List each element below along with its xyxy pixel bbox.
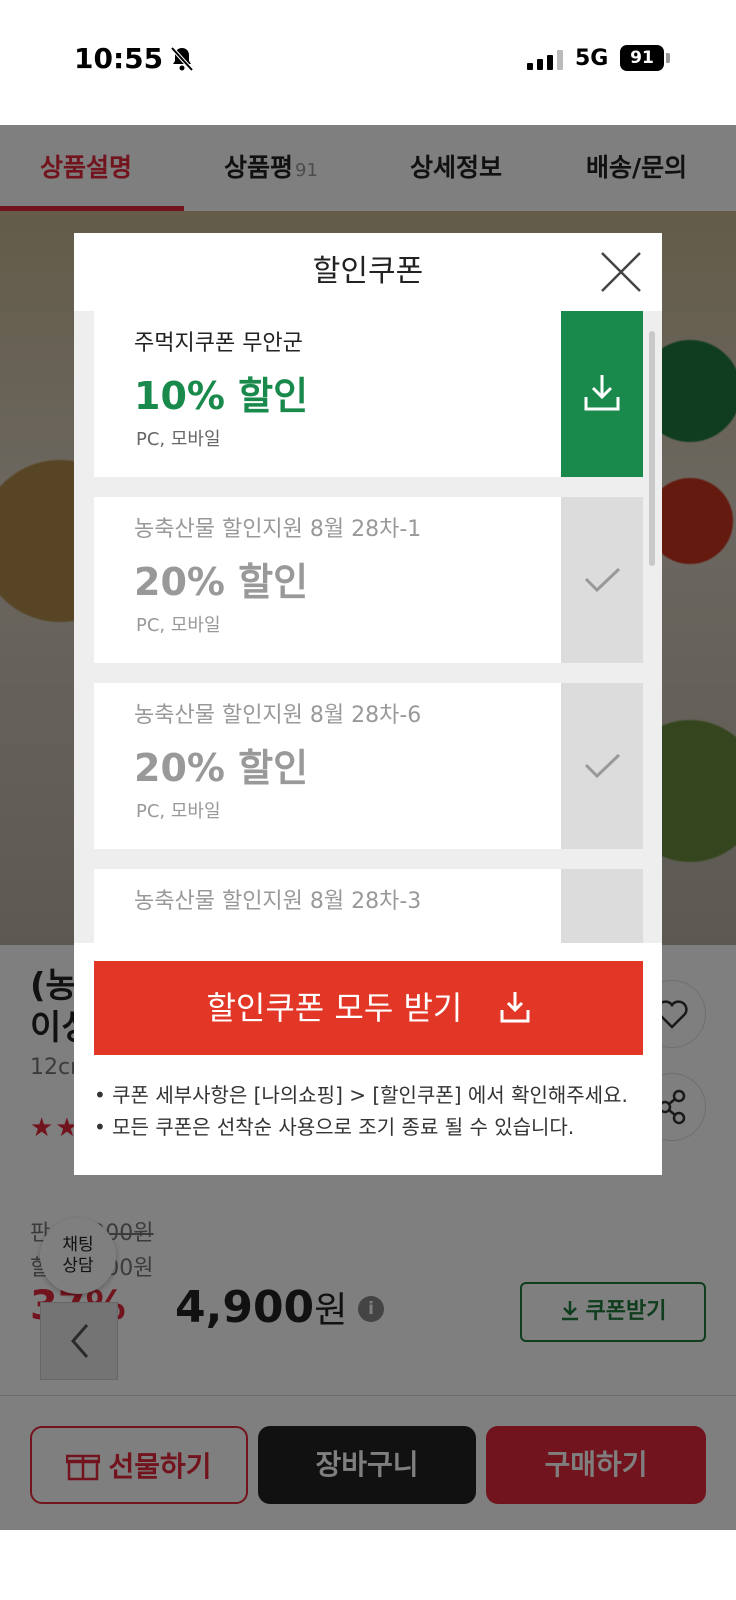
download-icon xyxy=(500,992,530,1023)
status-bar: 10:55 5G 91 xyxy=(0,0,736,125)
battery-icon: 91 xyxy=(620,45,664,71)
bell-muted-icon xyxy=(170,46,194,72)
battery-tip xyxy=(666,53,670,63)
coupon-download-button[interactable] xyxy=(561,311,643,477)
check-icon xyxy=(584,567,621,593)
note-line: 모든 쿠폰은 선착순 사용으로 조기 종료 될 수 있습니다. xyxy=(94,1111,654,1143)
coupon-received-indicator xyxy=(561,683,643,849)
modal-title: 할인쿠폰 xyxy=(312,254,424,289)
coupon-list[interactable]: 주먹지쿠폰 무안군 10% 할인 PC, 모바일 농축산물 할인지원 8월 28… xyxy=(74,311,662,943)
scrollbar[interactable] xyxy=(649,331,655,566)
coupon-item: 주먹지쿠폰 무안군 10% 할인 PC, 모바일 xyxy=(94,311,643,477)
coupon-item: 농축산물 할인지원 8월 28차-3 xyxy=(94,869,643,943)
close-button[interactable] xyxy=(598,249,644,295)
coupon-item: 농축산물 할인지원 8월 28차-6 20% 할인 PC, 모바일 xyxy=(94,683,643,849)
coupon-item: 농축산물 할인지원 8월 28차-1 20% 할인 PC, 모바일 xyxy=(94,497,643,663)
close-icon xyxy=(601,252,641,292)
coupon-received-indicator xyxy=(561,869,643,943)
download-all-coupons-button[interactable]: 할인쿠폰 모두 받기 xyxy=(94,961,643,1055)
status-time: 10:55 xyxy=(74,42,164,75)
note-line: 쿠폰 세부사항은 [나의쇼핑] > [할인쿠폰] 에서 확인해주세요. xyxy=(94,1079,654,1111)
coupon-received-indicator xyxy=(561,497,643,663)
network-label: 5G xyxy=(575,46,609,71)
home-indicator-area xyxy=(0,1530,736,1600)
coupon-notes: 쿠폰 세부사항은 [나의쇼핑] > [할인쿠폰] 에서 확인해주세요. 모든 쿠… xyxy=(94,1079,654,1143)
download-icon xyxy=(584,375,620,411)
check-icon xyxy=(584,753,621,779)
signal-icon xyxy=(527,50,563,70)
coupon-modal: 할인쿠폰 주먹지쿠폰 무안군 10% 할인 PC, 모바일 농축산물 할인지원 … xyxy=(74,233,662,1175)
